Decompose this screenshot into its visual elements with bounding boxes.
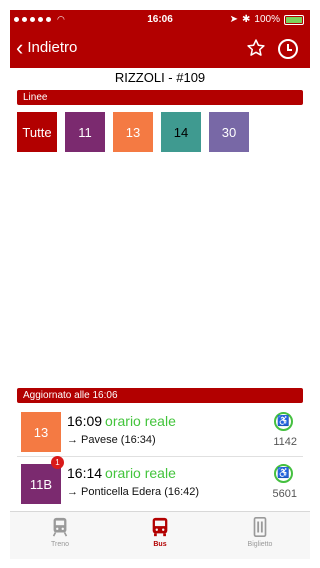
arrival-row[interactable]: 11B 1 16:14 orario reale → Ponticella Ede…: [17, 456, 303, 508]
line-filter-tiles: Tutte 11 13 14 30: [17, 112, 249, 152]
tab-bus[interactable]: Bus: [120, 516, 200, 548]
lines-header: Linee: [17, 90, 303, 105]
tab-label: Treno: [50, 541, 70, 548]
tab-label: Biglietto: [247, 541, 273, 548]
ticket-icon: [253, 517, 267, 537]
bus-id: 1142: [273, 436, 297, 448]
tab-biglietto[interactable]: Biglietto: [220, 516, 300, 548]
notification-badge: 1: [51, 456, 64, 469]
arrival-time: 16:14: [67, 465, 103, 481]
tab-bar: Treno Bus Biglietto: [10, 511, 310, 559]
arrival-time-line: 16:09 orario reale: [67, 413, 176, 429]
realtime-label: orario reale: [105, 465, 176, 481]
app-screen: ◠ 16:06 ➤ ✱ 100% ‹ Indietro RIZZOLI - #1…: [0, 0, 320, 568]
realtime-label: orario reale: [105, 413, 176, 429]
battery-icon: [284, 14, 304, 25]
line-tile-all[interactable]: Tutte: [17, 112, 57, 152]
destination: → Pavese (16:34): [67, 434, 156, 446]
bluetooth-icon: ✱: [242, 14, 251, 25]
wheelchair-icon: ♿: [274, 412, 293, 431]
updated-header: Aggiornato alle 16:06: [17, 388, 303, 403]
bus-icon: [152, 517, 168, 537]
status-right: ➤ ✱ 100%: [230, 14, 304, 25]
line-badge: 13: [21, 412, 61, 452]
back-label: Indietro: [27, 39, 78, 56]
tab-label: Bus: [153, 541, 167, 548]
bus-id: 5601: [272, 488, 297, 500]
arrival-time: 16:09: [67, 413, 103, 429]
back-button[interactable]: ‹ Indietro: [16, 35, 78, 60]
train-icon: [52, 517, 68, 537]
wheelchair-icon: ♿: [274, 464, 293, 483]
line-tile-11[interactable]: 11: [65, 112, 105, 152]
line-tile-13[interactable]: 13: [113, 112, 153, 152]
location-icon: ➤: [229, 14, 239, 25]
destination: → Ponticella Edera (16:42): [67, 486, 200, 498]
line-badge: 11B: [21, 464, 61, 504]
arrival-row[interactable]: 13 16:09 orario reale → Pavese (16:34) ♿ …: [17, 406, 303, 456]
battery-percent: 100%: [254, 14, 280, 25]
favorite-star-icon[interactable]: [246, 38, 266, 58]
line-tile-14[interactable]: 14: [161, 112, 201, 152]
tab-treno[interactable]: Treno: [20, 516, 100, 548]
status-bar: ◠ 16:06 ➤ ✱ 100%: [10, 10, 310, 30]
arrival-time-line: 16:14 orario reale: [67, 465, 176, 481]
chevron-left-icon: ‹: [16, 35, 24, 60]
line-tile-30[interactable]: 30: [209, 112, 249, 152]
clock-icon[interactable]: [278, 39, 298, 59]
stop-title: RIZZOLI - #109: [114, 70, 206, 85]
nav-bar: ‹ Indietro: [10, 30, 310, 68]
